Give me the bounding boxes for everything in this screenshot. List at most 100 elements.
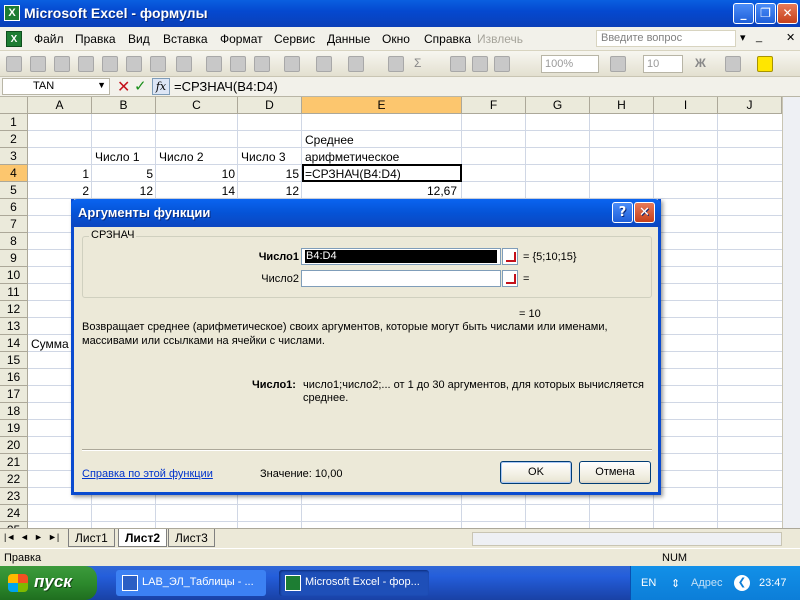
cell-a14[interactable]: Сумма xyxy=(31,336,69,352)
function-help-link[interactable]: Справка по этой функции xyxy=(82,468,213,480)
print-preview-icon[interactable] xyxy=(126,56,142,72)
zoom-select[interactable]: 100% xyxy=(541,55,599,73)
taskbar-item-excel[interactable]: Microsoft Excel - фор... xyxy=(279,570,429,596)
menu-view[interactable]: Вид xyxy=(128,32,150,46)
row-header[interactable]: 18 xyxy=(0,403,28,420)
start-button[interactable]: пуск xyxy=(0,566,97,600)
row-header[interactable]: 23 xyxy=(0,488,28,505)
dialog-help-button[interactable]: ? xyxy=(612,202,633,223)
column-header-b[interactable]: B xyxy=(92,97,156,114)
horizontal-scrollbar[interactable] xyxy=(472,532,782,546)
row-header[interactable]: 14 xyxy=(0,335,28,352)
tab-sheet1[interactable]: Лист1 xyxy=(68,529,115,547)
column-header-g[interactable]: G xyxy=(526,97,590,114)
select-all-corner[interactable] xyxy=(0,97,28,114)
copy-icon[interactable] xyxy=(230,56,246,72)
ok-button[interactable]: OK xyxy=(500,461,572,484)
bold-button[interactable]: Ж xyxy=(695,56,706,70)
dialog-titlebar[interactable]: Аргументы функции ? ✕ xyxy=(71,199,661,227)
borders-icon[interactable] xyxy=(725,56,741,72)
cell-a4[interactable]: 1 xyxy=(30,166,89,182)
vertical-scrollbar[interactable] xyxy=(782,97,800,528)
row-header[interactable]: 1 xyxy=(0,114,28,131)
column-header-j[interactable]: J xyxy=(718,97,782,114)
row-header[interactable]: 12 xyxy=(0,301,28,318)
doc-close-button[interactable]: ✕ xyxy=(786,31,795,44)
arg2-collapse-icon[interactable] xyxy=(502,270,518,287)
tab-sheet2[interactable]: Лист2 xyxy=(118,529,168,547)
arg1-collapse-icon[interactable] xyxy=(502,248,518,265)
cell-d5[interactable]: 12 xyxy=(240,183,299,199)
cell-b5[interactable]: 12 xyxy=(94,183,153,199)
chevron-left-icon[interactable]: ❮ xyxy=(734,575,750,591)
menu-help[interactable]: Справка xyxy=(424,32,471,46)
column-header-d[interactable]: D xyxy=(238,97,302,114)
menu-file[interactable]: Файл xyxy=(34,32,64,46)
help-question-box[interactable]: Введите вопрос xyxy=(596,30,736,47)
minimize-button[interactable]: _ xyxy=(733,3,754,24)
drawing-icon[interactable] xyxy=(494,56,510,72)
prev-sheet-button[interactable]: ◄ xyxy=(20,532,29,542)
cut-icon[interactable] xyxy=(206,56,222,72)
tab-sheet3[interactable]: Лист3 xyxy=(168,529,215,547)
formula-input[interactable]: =СРЗНАЧ(B4:D4) xyxy=(174,79,278,94)
cell-c4[interactable]: 10 xyxy=(158,166,235,182)
window-titlebar[interactable]: X Microsoft Excel - формулы _ ❐ ✕ xyxy=(0,0,800,27)
cell-e5[interactable]: 12,67 xyxy=(304,183,457,199)
restore-button[interactable]: ❐ xyxy=(755,3,776,24)
spelling-icon[interactable] xyxy=(150,56,166,72)
row-header[interactable]: 7 xyxy=(0,216,28,233)
row-header[interactable]: 20 xyxy=(0,437,28,454)
column-header-c[interactable]: C xyxy=(156,97,238,114)
undo-icon[interactable] xyxy=(316,56,332,72)
column-header-e[interactable]: E xyxy=(302,97,462,114)
row-header[interactable]: 21 xyxy=(0,454,28,471)
row-header[interactable]: 5 xyxy=(0,182,28,199)
print-icon[interactable] xyxy=(102,56,118,72)
column-header-a[interactable]: A xyxy=(28,97,92,114)
permission-icon[interactable] xyxy=(78,56,94,72)
font-size-select[interactable]: 10 xyxy=(643,55,683,73)
cell-b3[interactable]: Число 1 xyxy=(95,149,140,165)
new-icon[interactable] xyxy=(6,56,22,72)
save-icon[interactable] xyxy=(54,56,70,72)
format-painter-icon[interactable] xyxy=(284,56,300,72)
row-header[interactable]: 9 xyxy=(0,250,28,267)
column-header-f[interactable]: F xyxy=(462,97,526,114)
row-header[interactable]: 17 xyxy=(0,386,28,403)
menu-insert[interactable]: Вставка xyxy=(163,32,208,46)
research-icon[interactable] xyxy=(176,56,192,72)
sort-icon[interactable] xyxy=(450,56,466,72)
chevron-down-icon[interactable]: ▼ xyxy=(97,80,106,90)
row-header[interactable]: 11 xyxy=(0,284,28,301)
column-header-h[interactable]: H xyxy=(590,97,654,114)
cell-b4[interactable]: 5 xyxy=(94,166,153,182)
help-dropdown-icon[interactable]: ▾ xyxy=(740,31,746,44)
doc-minimize-button[interactable]: _ xyxy=(756,31,762,43)
cell-d4[interactable]: 15 xyxy=(240,166,299,182)
arg1-input[interactable]: B4:D4 xyxy=(301,248,501,265)
taskbar-item-word[interactable]: LAB_ЭЛ_Таблицы - ... xyxy=(116,570,266,596)
enter-entry-icon[interactable]: ✓ xyxy=(134,77,147,95)
row-header[interactable]: 16 xyxy=(0,369,28,386)
cell-c3[interactable]: Число 2 xyxy=(159,149,204,165)
hyperlink-icon[interactable] xyxy=(388,56,404,72)
cancel-entry-icon[interactable]: ✕ xyxy=(117,77,130,96)
row-header[interactable]: 22 xyxy=(0,471,28,488)
row-header[interactable]: 13 xyxy=(0,318,28,335)
menu-data[interactable]: Данные xyxy=(327,32,370,46)
cell-e4[interactable]: =СРЗНАЧ(B4:D4) xyxy=(305,166,401,182)
row-header[interactable]: 2 xyxy=(0,131,28,148)
row-header[interactable]: 3 xyxy=(0,148,28,165)
insert-function-button[interactable]: fx xyxy=(152,78,170,95)
redo-icon[interactable] xyxy=(348,56,364,72)
tray-expand-icon[interactable]: ⇕ xyxy=(671,577,680,590)
dialog-close-button[interactable]: ✕ xyxy=(634,202,655,223)
row-header[interactable]: 8 xyxy=(0,233,28,250)
close-button[interactable]: ✕ xyxy=(777,3,798,24)
row-header[interactable]: 10 xyxy=(0,267,28,284)
row-header[interactable]: 6 xyxy=(0,199,28,216)
arg2-input[interactable] xyxy=(301,270,501,287)
cell-a5[interactable]: 2 xyxy=(30,183,89,199)
language-indicator[interactable]: EN xyxy=(641,577,656,589)
